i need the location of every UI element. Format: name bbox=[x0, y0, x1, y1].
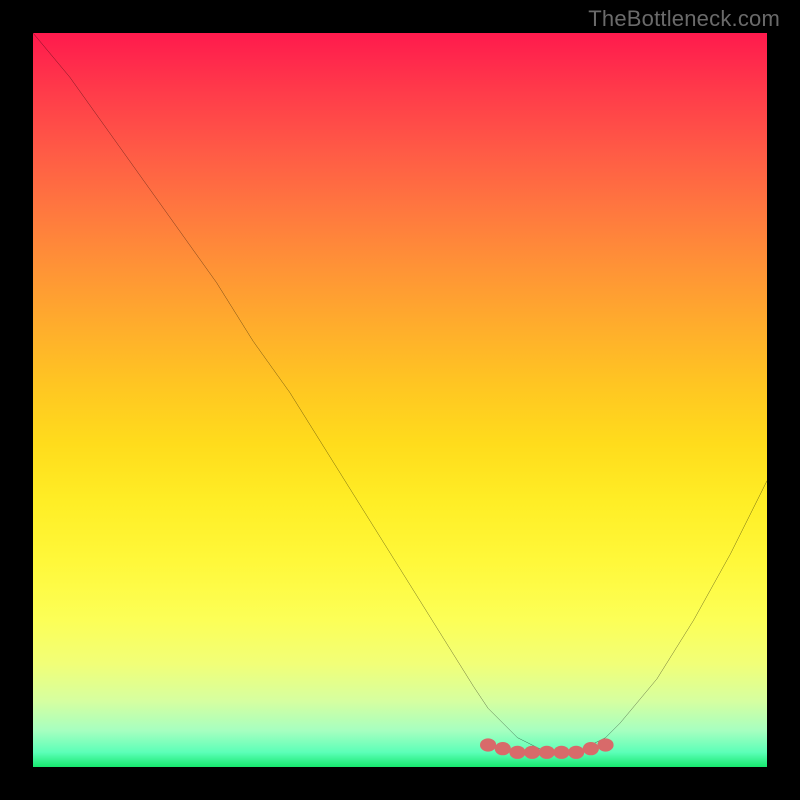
marker-dot bbox=[480, 738, 496, 751]
bottleneck-curve-line bbox=[33, 33, 767, 752]
marker-dot bbox=[495, 742, 511, 755]
chart-frame: TheBottleneck.com bbox=[0, 0, 800, 800]
optimal-range-markers bbox=[480, 738, 614, 759]
chart-svg bbox=[33, 33, 767, 767]
plot-area bbox=[33, 33, 767, 767]
marker-dot bbox=[568, 746, 584, 759]
watermark-text: TheBottleneck.com bbox=[588, 6, 780, 32]
marker-dot bbox=[539, 746, 555, 759]
marker-dot bbox=[509, 746, 525, 759]
marker-dot bbox=[553, 746, 569, 759]
marker-dot bbox=[597, 738, 613, 751]
marker-dot bbox=[583, 742, 599, 755]
marker-dot bbox=[524, 746, 540, 759]
